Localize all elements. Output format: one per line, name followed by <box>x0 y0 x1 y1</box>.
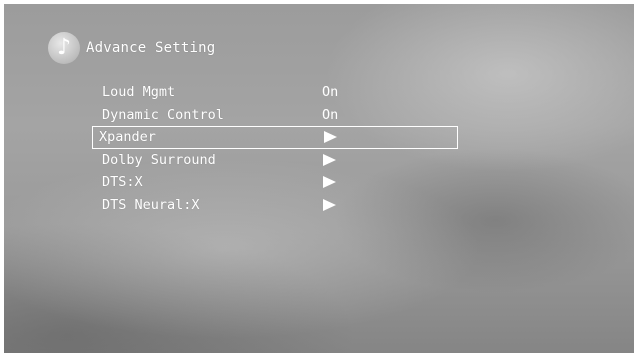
settings-screen: ♪ Advance Setting Loud Mgmt On Dynamic C… <box>4 4 634 353</box>
menu-item-label: DTS:X <box>102 174 143 191</box>
play-arrow-icon <box>323 198 336 211</box>
page-header: ♪ Advance Setting <box>48 32 215 64</box>
menu-item-value: On <box>322 106 339 123</box>
menu-item-label: Loud Mgmt <box>102 84 176 101</box>
menu-item-label: Xpander <box>99 129 156 146</box>
menu-item-dolby-surround[interactable]: Dolby Surround <box>96 149 462 172</box>
play-arrow-icon <box>323 176 336 189</box>
menu-item-dts-x[interactable]: DTS:X <box>96 171 462 194</box>
menu-item-xpander[interactable]: Xpander <box>92 126 458 149</box>
menu-item-loud-mgmt[interactable]: Loud Mgmt On <box>96 81 462 104</box>
menu-item-label: Dolby Surround <box>102 151 216 168</box>
menu-item-label: DTS Neural:X <box>102 196 200 213</box>
menu-item-label: Dynamic Control <box>102 106 224 123</box>
menu-item-dynamic-control[interactable]: Dynamic Control On <box>96 104 462 127</box>
page-title: Advance Setting <box>86 40 216 56</box>
play-arrow-icon <box>323 153 336 166</box>
menu-item-value: On <box>322 84 339 101</box>
settings-menu: Loud Mgmt On Dynamic Control On Xpander … <box>92 81 462 217</box>
menu-item-dts-neural-x[interactable]: DTS Neural:X <box>96 194 462 217</box>
play-arrow-icon <box>324 131 337 144</box>
music-note-icon: ♪ <box>48 32 80 64</box>
